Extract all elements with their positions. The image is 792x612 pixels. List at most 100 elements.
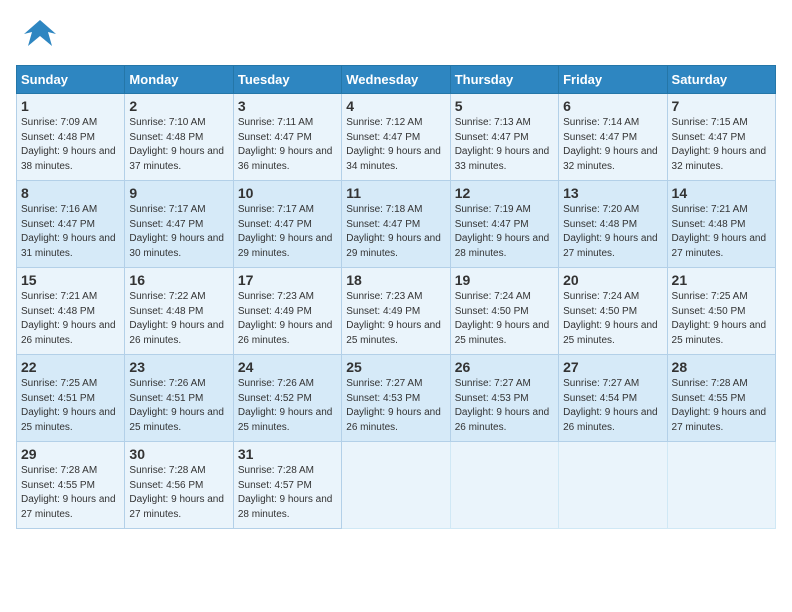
week-row-1: 1 Sunrise: 7:09 AM Sunset: 4:48 PM Dayli…: [17, 94, 776, 181]
day-number: 30: [129, 446, 228, 462]
sunset-label: Sunset: 4:48 PM: [672, 219, 746, 230]
day-cell-13: 13 Sunrise: 7:20 AM Sunset: 4:48 PM Dayl…: [559, 181, 667, 268]
day-cell-30: 30 Sunrise: 7:28 AM Sunset: 4:56 PM Dayl…: [125, 442, 233, 529]
day-number: 26: [455, 359, 554, 375]
sunrise-label: Sunrise: 7:27 AM: [455, 378, 531, 389]
sunrise-label: Sunrise: 7:25 AM: [672, 291, 748, 302]
sunrise-label: Sunrise: 7:28 AM: [238, 465, 314, 476]
sunset-label: Sunset: 4:47 PM: [129, 219, 203, 230]
sunrise-label: Sunrise: 7:21 AM: [672, 204, 748, 215]
sunset-label: Sunset: 4:48 PM: [129, 306, 203, 317]
day-info: Sunrise: 7:28 AM Sunset: 4:55 PM Dayligh…: [21, 464, 120, 522]
header-wednesday: Wednesday: [342, 66, 450, 94]
day-info: Sunrise: 7:21 AM Sunset: 4:48 PM Dayligh…: [21, 290, 120, 348]
day-cell-27: 27 Sunrise: 7:27 AM Sunset: 4:54 PM Dayl…: [559, 355, 667, 442]
day-info: Sunrise: 7:10 AM Sunset: 4:48 PM Dayligh…: [129, 116, 228, 174]
daylight-label: Daylight: 9 hours and 26 minutes.: [563, 407, 658, 433]
sunrise-label: Sunrise: 7:24 AM: [563, 291, 639, 302]
day-number: 22: [21, 359, 120, 375]
day-cell-17: 17 Sunrise: 7:23 AM Sunset: 4:49 PM Dayl…: [233, 268, 341, 355]
day-number: 9: [129, 185, 228, 201]
sunset-label: Sunset: 4:47 PM: [346, 132, 420, 143]
daylight-label: Daylight: 9 hours and 28 minutes.: [238, 494, 333, 520]
sunrise-label: Sunrise: 7:12 AM: [346, 117, 422, 128]
daylight-label: Daylight: 9 hours and 32 minutes.: [563, 146, 658, 172]
day-cell-12: 12 Sunrise: 7:19 AM Sunset: 4:47 PM Dayl…: [450, 181, 558, 268]
day-cell-8: 8 Sunrise: 7:16 AM Sunset: 4:47 PM Dayli…: [17, 181, 125, 268]
calendar-table: SundayMondayTuesdayWednesdayThursdayFrid…: [16, 65, 776, 529]
daylight-label: Daylight: 9 hours and 37 minutes.: [129, 146, 224, 172]
sunrise-label: Sunrise: 7:13 AM: [455, 117, 531, 128]
sunrise-label: Sunrise: 7:15 AM: [672, 117, 748, 128]
daylight-label: Daylight: 9 hours and 28 minutes.: [455, 233, 550, 259]
header-row: SundayMondayTuesdayWednesdayThursdayFrid…: [17, 66, 776, 94]
day-number: 17: [238, 272, 337, 288]
day-cell-23: 23 Sunrise: 7:26 AM Sunset: 4:51 PM Dayl…: [125, 355, 233, 442]
sunrise-label: Sunrise: 7:20 AM: [563, 204, 639, 215]
day-cell-29: 29 Sunrise: 7:28 AM Sunset: 4:55 PM Dayl…: [17, 442, 125, 529]
daylight-label: Daylight: 9 hours and 36 minutes.: [238, 146, 333, 172]
day-cell-15: 15 Sunrise: 7:21 AM Sunset: 4:48 PM Dayl…: [17, 268, 125, 355]
sunset-label: Sunset: 4:50 PM: [455, 306, 529, 317]
day-number: 21: [672, 272, 771, 288]
day-cell-1: 1 Sunrise: 7:09 AM Sunset: 4:48 PM Dayli…: [17, 94, 125, 181]
week-row-2: 8 Sunrise: 7:16 AM Sunset: 4:47 PM Dayli…: [17, 181, 776, 268]
daylight-label: Daylight: 9 hours and 26 minutes.: [21, 320, 116, 346]
sunrise-label: Sunrise: 7:14 AM: [563, 117, 639, 128]
day-cell-20: 20 Sunrise: 7:24 AM Sunset: 4:50 PM Dayl…: [559, 268, 667, 355]
day-number: 20: [563, 272, 662, 288]
sunrise-label: Sunrise: 7:23 AM: [238, 291, 314, 302]
logo: [16, 16, 58, 59]
day-cell-31: 31 Sunrise: 7:28 AM Sunset: 4:57 PM Dayl…: [233, 442, 341, 529]
day-number: 27: [563, 359, 662, 375]
week-row-4: 22 Sunrise: 7:25 AM Sunset: 4:51 PM Dayl…: [17, 355, 776, 442]
day-cell-24: 24 Sunrise: 7:26 AM Sunset: 4:52 PM Dayl…: [233, 355, 341, 442]
week-row-5: 29 Sunrise: 7:28 AM Sunset: 4:55 PM Dayl…: [17, 442, 776, 529]
daylight-label: Daylight: 9 hours and 27 minutes.: [21, 494, 116, 520]
sunset-label: Sunset: 4:47 PM: [563, 132, 637, 143]
day-number: 25: [346, 359, 445, 375]
sunrise-label: Sunrise: 7:19 AM: [455, 204, 531, 215]
day-number: 8: [21, 185, 120, 201]
day-number: 15: [21, 272, 120, 288]
day-number: 10: [238, 185, 337, 201]
sunset-label: Sunset: 4:56 PM: [129, 480, 203, 491]
header-friday: Friday: [559, 66, 667, 94]
daylight-label: Daylight: 9 hours and 25 minutes.: [238, 407, 333, 433]
day-cell-2: 2 Sunrise: 7:10 AM Sunset: 4:48 PM Dayli…: [125, 94, 233, 181]
day-info: Sunrise: 7:28 AM Sunset: 4:56 PM Dayligh…: [129, 464, 228, 522]
day-info: Sunrise: 7:23 AM Sunset: 4:49 PM Dayligh…: [346, 290, 445, 348]
day-info: Sunrise: 7:25 AM Sunset: 4:51 PM Dayligh…: [21, 377, 120, 435]
sunrise-label: Sunrise: 7:24 AM: [455, 291, 531, 302]
day-number: 14: [672, 185, 771, 201]
sunset-label: Sunset: 4:49 PM: [238, 306, 312, 317]
empty-cell: [559, 442, 667, 529]
day-cell-25: 25 Sunrise: 7:27 AM Sunset: 4:53 PM Dayl…: [342, 355, 450, 442]
daylight-label: Daylight: 9 hours and 25 minutes.: [563, 320, 658, 346]
day-cell-11: 11 Sunrise: 7:18 AM Sunset: 4:47 PM Dayl…: [342, 181, 450, 268]
day-info: Sunrise: 7:28 AM Sunset: 4:57 PM Dayligh…: [238, 464, 337, 522]
day-info: Sunrise: 7:13 AM Sunset: 4:47 PM Dayligh…: [455, 116, 554, 174]
day-cell-5: 5 Sunrise: 7:13 AM Sunset: 4:47 PM Dayli…: [450, 94, 558, 181]
calendar-container: SundayMondayTuesdayWednesdayThursdayFrid…: [0, 0, 792, 539]
header-tuesday: Tuesday: [233, 66, 341, 94]
day-number: 24: [238, 359, 337, 375]
day-number: 3: [238, 98, 337, 114]
sunset-label: Sunset: 4:48 PM: [129, 132, 203, 143]
daylight-label: Daylight: 9 hours and 27 minutes.: [563, 233, 658, 259]
day-cell-9: 9 Sunrise: 7:17 AM Sunset: 4:47 PM Dayli…: [125, 181, 233, 268]
day-info: Sunrise: 7:28 AM Sunset: 4:55 PM Dayligh…: [672, 377, 771, 435]
sunset-label: Sunset: 4:57 PM: [238, 480, 312, 491]
daylight-label: Daylight: 9 hours and 32 minutes.: [672, 146, 767, 172]
sunset-label: Sunset: 4:49 PM: [346, 306, 420, 317]
day-info: Sunrise: 7:20 AM Sunset: 4:48 PM Dayligh…: [563, 203, 662, 261]
day-number: 11: [346, 185, 445, 201]
daylight-label: Daylight: 9 hours and 27 minutes.: [672, 407, 767, 433]
sunset-label: Sunset: 4:48 PM: [21, 306, 95, 317]
sunrise-label: Sunrise: 7:11 AM: [238, 117, 313, 128]
day-info: Sunrise: 7:25 AM Sunset: 4:50 PM Dayligh…: [672, 290, 771, 348]
daylight-label: Daylight: 9 hours and 29 minutes.: [346, 233, 441, 259]
empty-cell: [450, 442, 558, 529]
daylight-label: Daylight: 9 hours and 30 minutes.: [129, 233, 224, 259]
daylight-label: Daylight: 9 hours and 25 minutes.: [455, 320, 550, 346]
